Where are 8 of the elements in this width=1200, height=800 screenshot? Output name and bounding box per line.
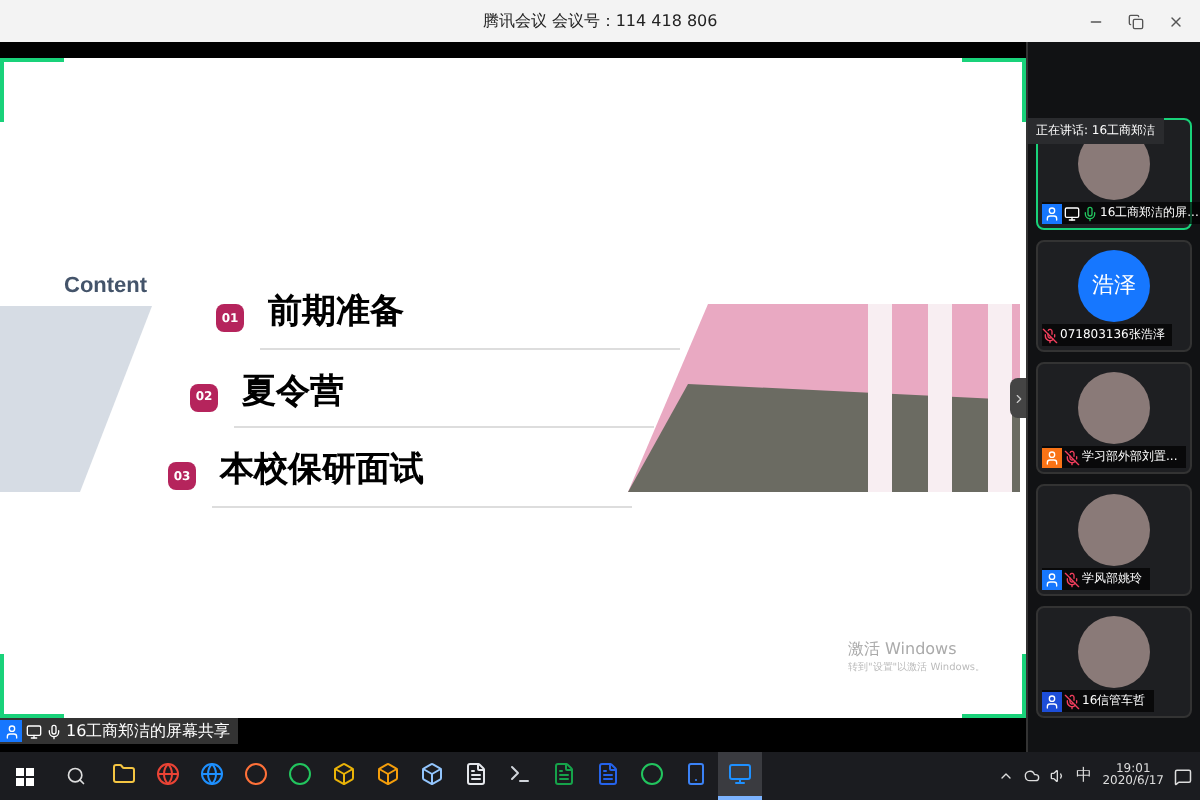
- activation-title: 激活 Windows: [848, 638, 959, 661]
- agenda-item: 本校保研面试: [212, 446, 632, 507]
- agenda-item: 前期准备: [260, 288, 680, 349]
- slide-heading: Content: [64, 272, 148, 302]
- avatar-initials: 浩泽: [1078, 250, 1150, 322]
- window-title: 腾讯会议 会议号：114 418 806: [482, 9, 718, 33]
- share-label: 16工商郑洁的屏幕共享: [66, 719, 231, 743]
- agenda-item: 夏令营: [234, 367, 654, 428]
